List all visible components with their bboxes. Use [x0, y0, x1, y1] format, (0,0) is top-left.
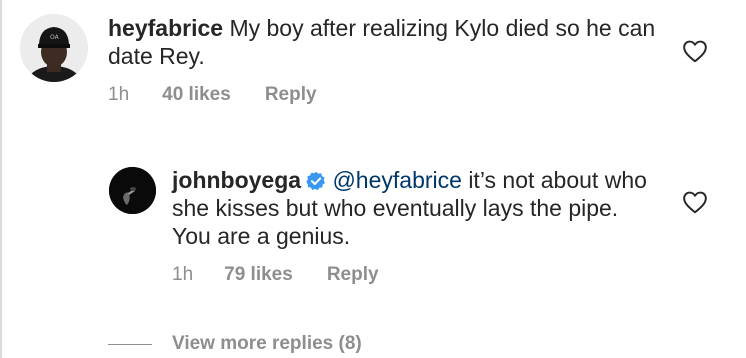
- profile-avatar-icon: OA: [20, 14, 88, 82]
- heyfabrice-avatar[interactable]: OA: [20, 14, 88, 82]
- heyfabrice-comment: heyfabrice My boy after realizing Kylo d…: [108, 14, 668, 70]
- reply-username[interactable]: johnboyega: [172, 167, 301, 193]
- comment-likes-link[interactable]: 40 likes: [162, 84, 231, 106]
- reply-reply-button[interactable]: Reply: [327, 264, 379, 286]
- reply-timestamp: 1h: [172, 264, 194, 285]
- comment-username[interactable]: heyfabrice: [108, 15, 223, 41]
- svg-text:OA: OA: [50, 34, 60, 41]
- reply-mention-link[interactable]: @heyfabrice: [332, 167, 461, 193]
- view-more-replies-button[interactable]: View more replies (8): [108, 333, 362, 355]
- comment-timestamp: 1h: [108, 84, 130, 105]
- heart-outline-icon[interactable]: [682, 190, 708, 214]
- heart-outline-icon[interactable]: [682, 39, 708, 63]
- comment-meta: 1h 40 likes Reply: [108, 84, 317, 106]
- johnboyega-avatar[interactable]: [109, 167, 156, 214]
- reply-likes-link[interactable]: 79 likes: [224, 264, 293, 286]
- left-divider: [0, 0, 2, 358]
- verified-badge-icon: [306, 171, 326, 191]
- view-more-replies-label: View more replies (8): [172, 333, 362, 354]
- comment-reply-button[interactable]: Reply: [265, 84, 317, 106]
- view-more-divider: [108, 343, 152, 345]
- reply-meta: 1h 79 likes Reply: [172, 264, 379, 286]
- profile-avatar-icon: [109, 167, 156, 214]
- johnboyega-reply: johnboyega @heyfabrice it’s not about wh…: [172, 166, 662, 250]
